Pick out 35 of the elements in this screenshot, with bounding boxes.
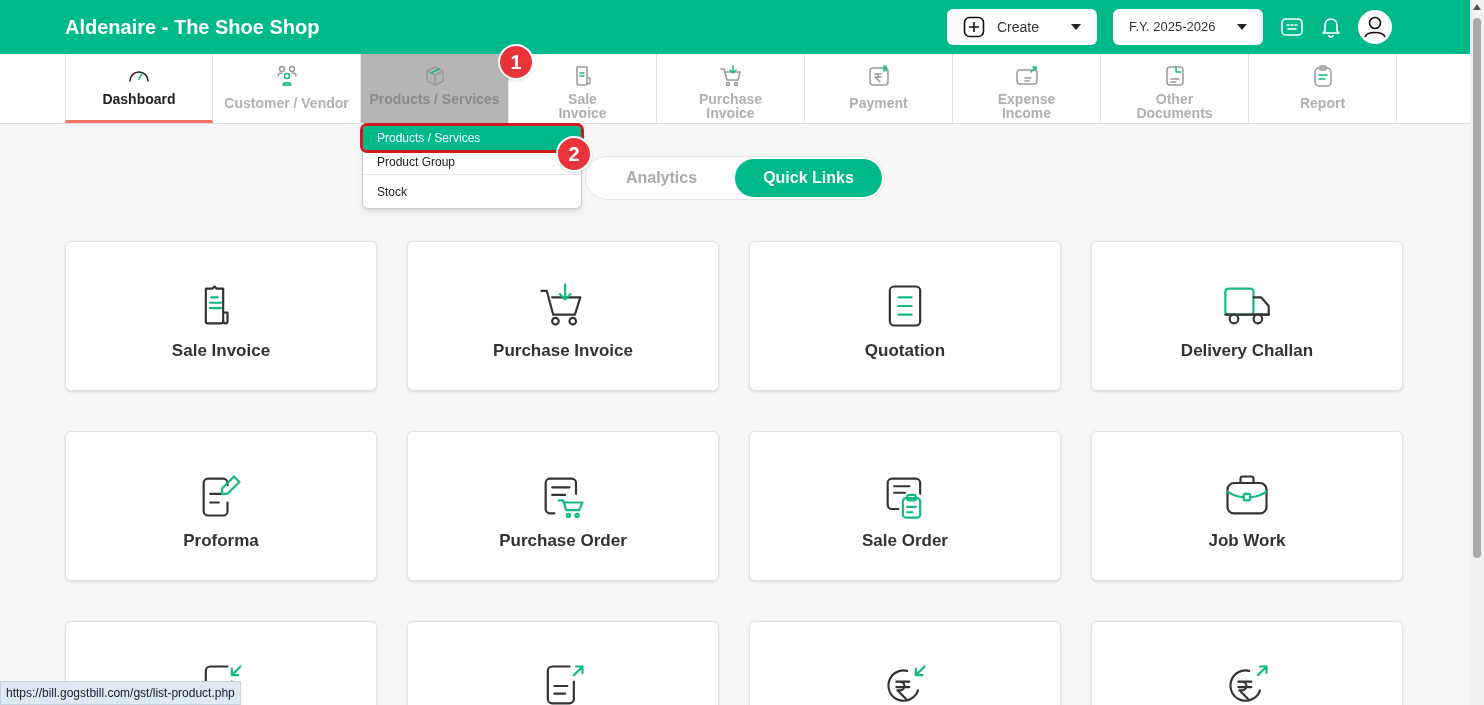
avatar-icon[interactable] (1358, 10, 1392, 44)
bell-icon[interactable] (1321, 16, 1341, 38)
card-label: Job Work (1208, 530, 1286, 552)
quick-link-card[interactable]: Purchase Invoice (407, 241, 719, 391)
keyboard-icon[interactable] (1281, 18, 1303, 36)
quick-link-card[interactable]: Job Work (1091, 431, 1403, 581)
quick-link-card[interactable]: Proforma (65, 431, 377, 581)
card-label: Sale Invoice (171, 340, 271, 362)
status-tooltip: https://bill.gogstbill.com/gst/list-product.php (0, 681, 241, 705)
create-button[interactable]: Create (947, 9, 1097, 45)
shop-title: Aldenaire - The Shoe Shop (65, 15, 320, 40)
expense-icon (1014, 64, 1039, 88)
menu-item[interactable]: Product Group (377, 153, 456, 171)
scroll-up-icon[interactable] (1473, 4, 1481, 10)
quick-link-card[interactable]: Sale Invoice (65, 241, 377, 391)
nav-tab[interactable]: Dashboard (65, 54, 213, 123)
plus-icon (963, 16, 985, 38)
card-label: Purchase Invoice (493, 340, 633, 362)
card-label: Delivery Challan (1180, 340, 1314, 362)
cart-icon (718, 64, 743, 88)
card-label: Sale Order (862, 530, 948, 552)
rupee-icon (866, 64, 891, 88)
scrollbar-thumb[interactable] (1473, 18, 1481, 558)
caret-icon (1237, 24, 1247, 30)
quick-link-card[interactable]: Purchase Order (407, 431, 719, 581)
menu-item[interactable]: Stock (377, 182, 407, 201)
card-label: Quotation (864, 340, 946, 362)
people-icon (274, 64, 299, 88)
card-label: Proforma (183, 530, 259, 552)
quick-link-card[interactable]: Quotation (749, 241, 1061, 391)
card-label: Purchase Order (499, 530, 627, 552)
caret-icon (1071, 24, 1081, 30)
quick-link-card[interactable]: Delivery Challan (1091, 241, 1403, 391)
quick-link-card[interactable]: Sale Order (749, 431, 1061, 581)
year-select[interactable]: F.Y. 2025-2026 (1113, 9, 1263, 45)
